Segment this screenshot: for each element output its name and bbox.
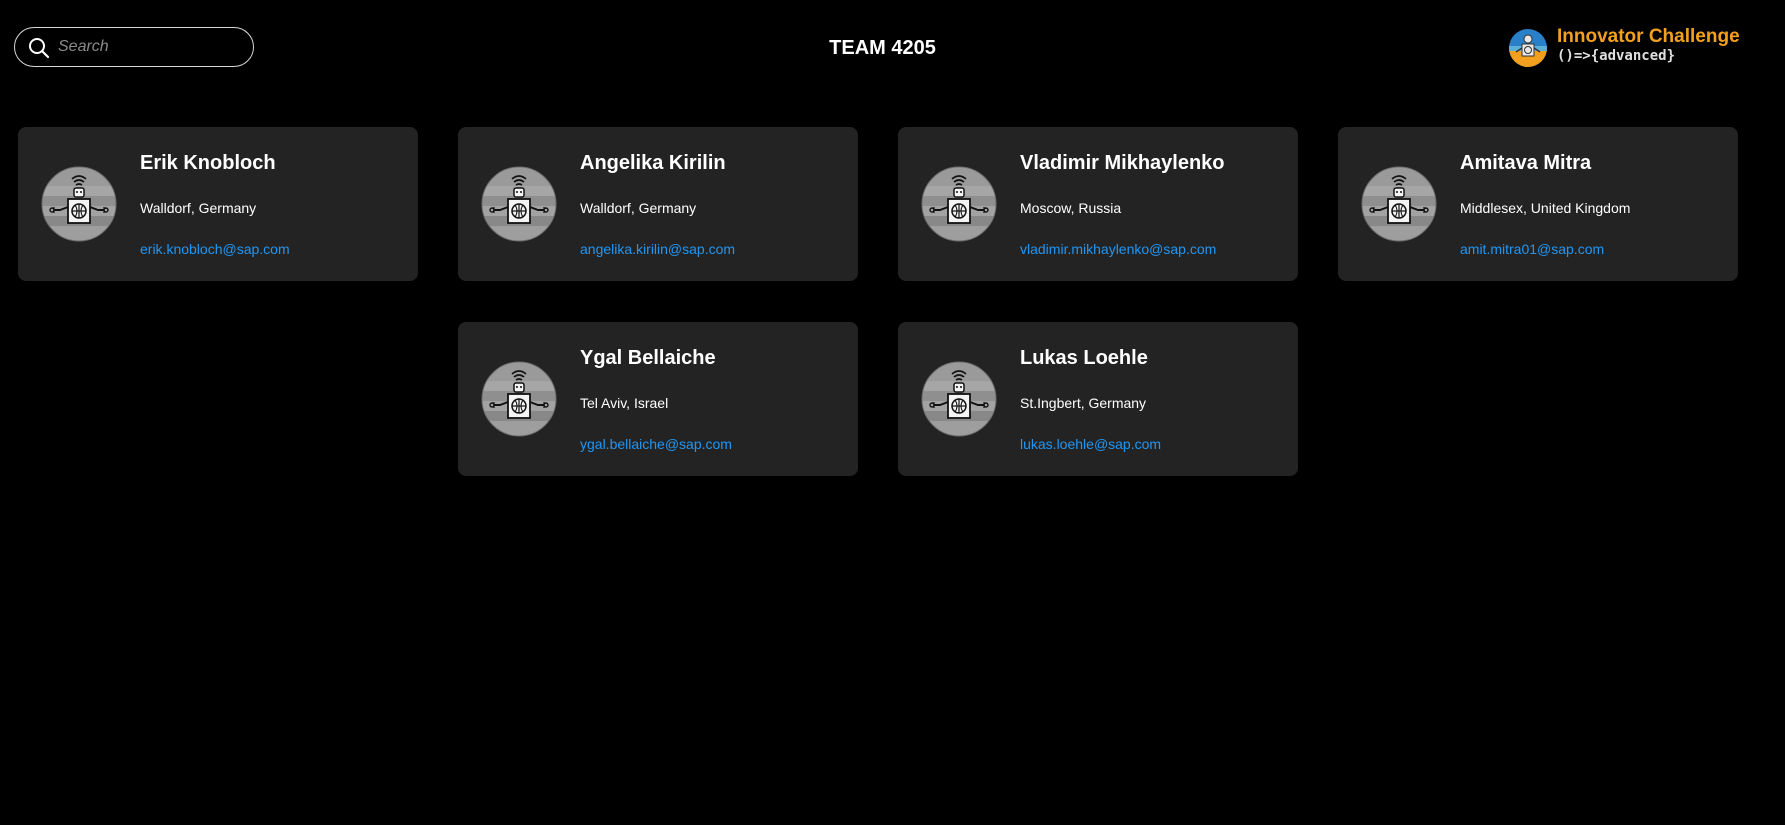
member-email-link[interactable]: erik.knobloch@sap.com (140, 240, 290, 258)
member-name: Vladimir Mikhaylenko (1020, 152, 1225, 174)
member-card: Angelika Kirilin Walldorf, Germany angel… (458, 127, 858, 281)
innovator-emblem-icon (1509, 29, 1547, 67)
member-email-link[interactable]: lukas.loehle@sap.com (1020, 435, 1161, 453)
page-title: TEAM 4205 (829, 37, 936, 59)
member-location: Moscow, Russia (1020, 200, 1122, 216)
member-location: Tel Aviv, Israel (580, 395, 669, 411)
robot-avatar-icon (481, 361, 557, 437)
logo-subtitle: ()=>{advanced} (1557, 48, 1676, 64)
robot-avatar-icon (921, 166, 997, 242)
member-email-link[interactable]: angelika.kirilin@sap.com (580, 240, 735, 258)
member-card: Amitava Mitra Middlesex, United Kingdom … (1338, 127, 1738, 281)
member-name: Angelika Kirilin (580, 152, 726, 174)
member-card: Vladimir Mikhaylenko Moscow, Russia vlad… (898, 127, 1298, 281)
page-header: TEAM 4205 Innovator Challenge ()=>{advan… (0, 0, 1785, 96)
member-email-link[interactable]: ygal.bellaiche@sap.com (580, 435, 732, 453)
member-name: Erik Knobloch (140, 152, 276, 174)
member-name: Amitava Mitra (1460, 152, 1592, 174)
member-location: Middlesex, United Kingdom (1460, 200, 1631, 216)
robot-avatar-icon (41, 166, 117, 242)
member-location: Walldorf, Germany (140, 200, 257, 216)
member-card: Erik Knobloch Walldorf, Germany erik.kno… (18, 127, 418, 281)
robot-avatar-icon (1361, 166, 1437, 242)
member-location: Walldorf, Germany (580, 200, 697, 216)
robot-avatar-icon (921, 361, 997, 437)
member-card: Lukas Loehle St.Ingbert, Germany lukas.l… (898, 322, 1298, 476)
member-email-link[interactable]: vladimir.mikhaylenko@sap.com (1020, 240, 1216, 258)
member-name: Lukas Loehle (1020, 347, 1148, 369)
member-email-link[interactable]: amit.mitra01@sap.com (1460, 240, 1604, 258)
member-card: Ygal Bellaiche Tel Aviv, Israel ygal.bel… (458, 322, 858, 476)
member-location: St.Ingbert, Germany (1020, 395, 1147, 411)
logo-title: Innovator Challenge (1557, 26, 1740, 47)
member-name: Ygal Bellaiche (580, 347, 716, 369)
innovator-challenge-logo: Innovator Challenge ()=>{advanced} (1508, 26, 1748, 70)
robot-avatar-icon (481, 166, 557, 242)
